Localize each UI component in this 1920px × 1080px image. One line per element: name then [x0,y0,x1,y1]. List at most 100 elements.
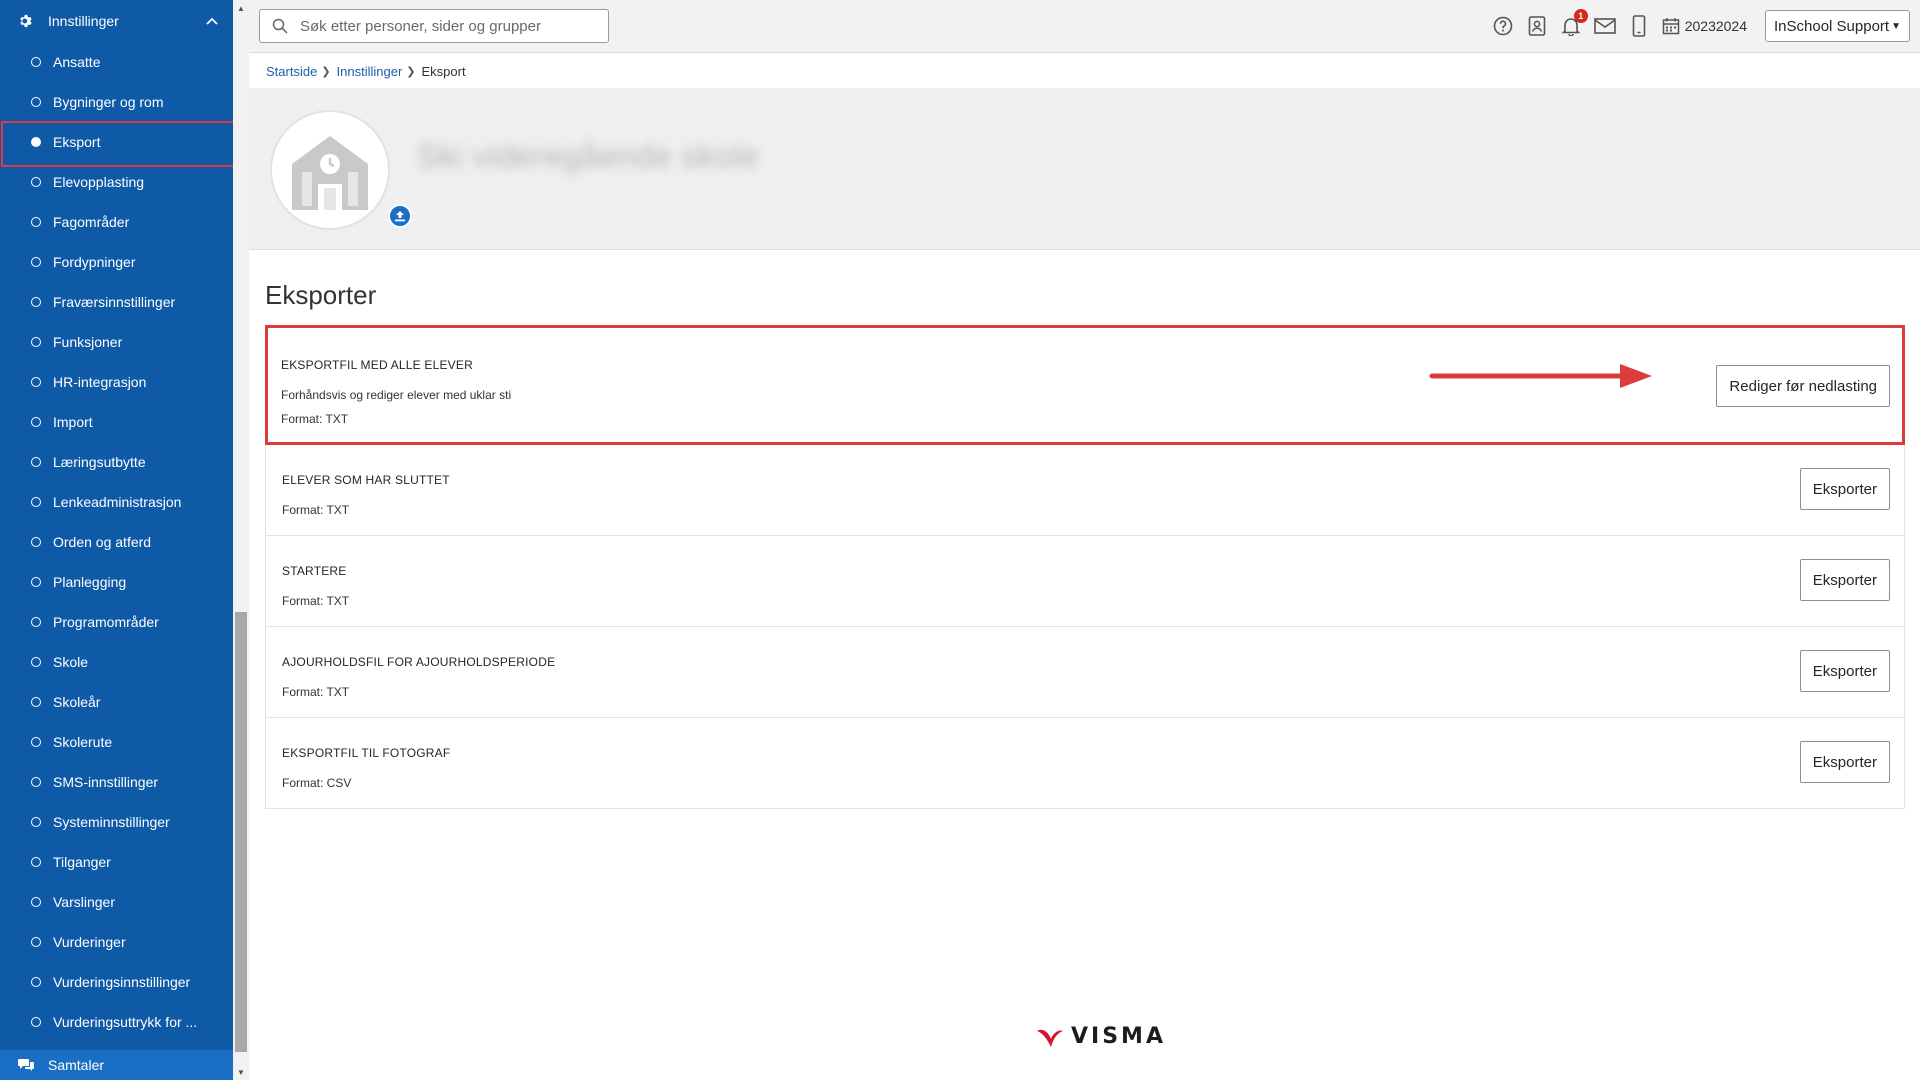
sidebar-item-eksport[interactable]: Eksport [0,121,233,167]
sidebar-item-label: Eksport [53,134,101,150]
gear-icon [18,13,34,29]
red-arrow-annotation [1429,364,1652,388]
chat-bubbles-icon [18,1058,34,1072]
sidebar-item-sms-innstillinger[interactable]: SMS-innstillinger [0,762,233,802]
sidebar-item-label: Vurderinger [53,934,126,950]
edit-before-download-button[interactable]: Rediger før nedlasting [1716,365,1890,407]
user-menu-label: InSchool Support [1774,17,1890,35]
sidebar-item-fravaersinnstillinger[interactable]: Fraværsinnstillinger [0,282,233,322]
export-button[interactable]: Eksporter [1799,650,1890,692]
school-year-selector[interactable]: 20232024 [1662,17,1747,35]
export-list: EKSPORTFIL MED ALLE ELEVER Forhåndsvis o… [265,325,1905,809]
sidebar-item-import[interactable]: Import [0,402,233,442]
sidebar-item-label: SMS-innstillinger [53,774,159,790]
help-icon[interactable] [1492,15,1514,37]
visma-swoosh-icon [1037,1029,1063,1047]
contact-card-icon[interactable] [1526,15,1548,37]
sidebar-item-programomrader[interactable]: Programområder [0,602,233,642]
radio-bullet-icon [31,257,41,267]
sidebar-item-vurderingsuttrykk[interactable]: Vurderingsuttrykk for ... [0,1002,233,1042]
sidebar-section-samtaler[interactable]: Samtaler [0,1050,233,1080]
radio-bullet-icon [31,777,41,787]
school-avatar [270,110,390,230]
sidebar-item-tilganger[interactable]: Tilganger [0,842,233,882]
chevron-up-icon[interactable] [205,14,219,28]
user-menu-button[interactable]: InSchool Support ▼ [1765,10,1910,42]
radio-bullet-icon [31,1017,41,1027]
export-button[interactable]: Eksporter [1799,741,1890,783]
school-name-blurred: Ski videregående skole [417,138,759,174]
sidebar-item-label: Planlegging [53,574,127,590]
scrollbar-thumb[interactable] [235,612,247,1052]
export-card-format: Format: CSV [282,776,352,790]
radio-bullet-icon [31,737,41,747]
export-card-title: EKSPORTFIL MED ALLE ELEVER [281,358,473,372]
sidebar-item-vurderinger[interactable]: Vurderinger [0,922,233,962]
sidebar-item-orden-og-atferd[interactable]: Orden og atferd [0,522,233,562]
sidebar-item-skole[interactable]: Skole [0,642,233,682]
radio-bullet-icon [31,577,41,587]
radio-bullet-icon [31,697,41,707]
radio-bullet-icon [31,857,41,867]
radio-bullet-icon [31,937,41,947]
sidebar-item-ansatte[interactable]: Ansatte [0,42,233,82]
bell-icon[interactable]: 1 [1560,9,1588,37]
sidebar-item-planlegging[interactable]: Planlegging [0,562,233,602]
sidebar-item-skolear[interactable]: Skoleår [0,682,233,722]
upload-logo-button[interactable] [388,204,412,228]
sidebar-item-bygninger-og-rom[interactable]: Bygninger og rom [0,82,233,122]
page-title: Eksporter [265,280,377,310]
sidebar-item-label: Ansatte [53,54,101,70]
sidebar-item-label: Fraværsinnstillinger [53,294,176,310]
export-button[interactable]: Eksporter [1799,559,1890,601]
top-bar: 1 20232024 InSchool Support ▼ [249,0,1920,53]
chevron-right-icon: ❯ [321,66,331,78]
upload-icon [395,211,405,222]
radio-bullet-icon [31,817,41,827]
sidebar-item-systeminnstillinger[interactable]: Systeminnstillinger [0,802,233,842]
radio-bullet-icon [31,177,41,187]
radio-bullet-icon [31,297,41,307]
radio-bullet-icon [31,377,41,387]
sidebar-item-elevopplasting[interactable]: Elevopplasting [0,162,233,202]
sidebar-bottom-label: Samtaler [48,1057,105,1073]
sidebar-item-lenkeadministrasjon[interactable]: Lenkeadministrasjon [0,482,233,522]
calendar-icon [1662,17,1680,35]
export-card-title: AJOURHOLDSFIL FOR AJOURHOLDSPERIODE [282,655,556,669]
search-box[interactable] [259,9,609,43]
sidebar-item-label: Varslinger [53,894,115,910]
sidebar-scrollbar[interactable]: ▲ ▼ [233,0,249,1080]
sidebar-item-laeringsutbytte[interactable]: Læringsutbytte [0,442,233,482]
school-building-icon [292,136,368,210]
breadcrumb-link-startside[interactable]: Startside [266,64,317,79]
search-input[interactable] [300,17,580,35]
sidebar-item-vurderingsinnstillinger[interactable]: Vurderingsinnstillinger [0,962,233,1002]
sidebar-item-label: Vurderingsuttrykk for ... [53,1014,198,1030]
mail-icon[interactable] [1593,15,1616,37]
sidebar-item-label: Bygninger og rom [53,94,164,110]
export-button[interactable]: Eksporter [1799,468,1890,510]
visma-logo: VISMA [1035,1024,1166,1049]
sidebar-item-fordypninger[interactable]: Fordypninger [0,242,233,282]
sidebar-item-hr-integrasjon[interactable]: HR-integrasjon [0,362,233,402]
sidebar-item-label: Fagområder [53,214,130,230]
sidebar-item-label: Læringsutbytte [53,454,146,470]
mobile-phone-icon[interactable] [1628,15,1650,37]
main-content: Eksporter EKSPORTFIL MED ALLE ELEVER For… [265,280,1905,809]
sidebar-item-label: Skolerute [53,734,113,750]
sidebar-item-funksjoner[interactable]: Funksjoner [0,322,233,362]
scroll-down-arrow-icon[interactable]: ▼ [233,1064,249,1080]
export-card-description: Forhåndsvis og rediger elever med uklar … [281,388,512,402]
export-card-title: STARTERE [282,564,347,578]
radio-bullet-icon [31,417,41,427]
sidebar-section-header[interactable]: Innstillinger [0,0,233,42]
radio-bullet-icon [31,337,41,347]
export-card-format: Format: TXT [282,594,350,608]
sidebar-item-skolerute[interactable]: Skolerute [0,722,233,762]
sidebar-item-fagomrader[interactable]: Fagområder [0,202,233,242]
radio-bullet-icon [31,457,41,467]
scroll-up-arrow-icon[interactable]: ▲ [233,0,249,16]
sidebar-item-varslinger[interactable]: Varslinger [0,882,233,922]
export-card-alle-elever: EKSPORTFIL MED ALLE ELEVER Forhåndsvis o… [265,325,1905,445]
breadcrumb-link-innstillinger[interactable]: Innstillinger [337,64,403,79]
